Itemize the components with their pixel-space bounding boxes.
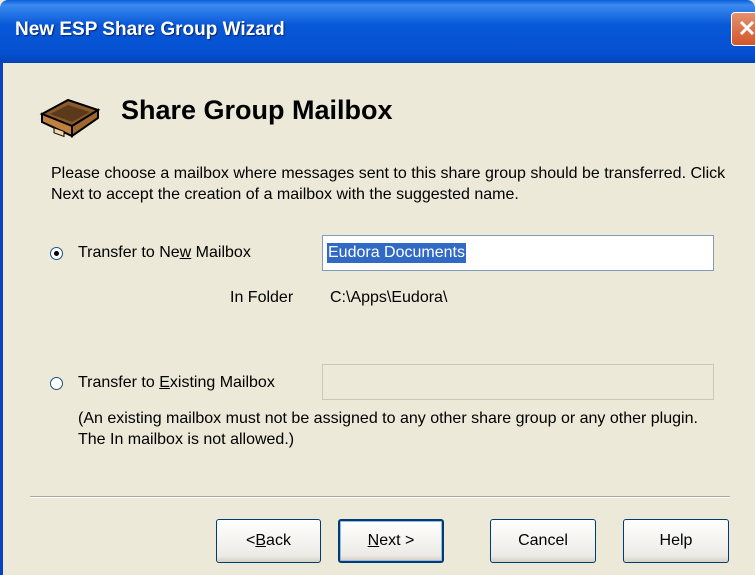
next-button[interactable]: Next > xyxy=(338,519,444,563)
window-title: New ESP Share Group Wizard xyxy=(15,19,285,40)
title-bar[interactable]: New ESP Share Group Wizard xyxy=(0,0,755,63)
existing-mailbox-option[interactable]: Transfer to Existing Mailbox xyxy=(50,374,275,392)
instructions-text: Please choose a mailbox where messages s… xyxy=(51,165,726,203)
back-button[interactable]: < Back xyxy=(216,519,321,563)
window-frame xyxy=(0,63,3,575)
button-divider xyxy=(30,496,730,498)
help-button[interactable]: Help xyxy=(623,519,729,563)
new-mailbox-label: Transfer to New Mailbox xyxy=(78,244,251,261)
new-mailbox-option[interactable]: Transfer to New Mailbox xyxy=(50,244,251,262)
cancel-button[interactable]: Cancel xyxy=(490,519,596,563)
in-folder-value: C:\Apps\Eudora\ xyxy=(330,289,448,306)
existing-mailbox-note: (An existing mailbox must not be assigne… xyxy=(78,410,698,448)
in-folder-label: In Folder xyxy=(230,289,294,306)
close-icon xyxy=(739,20,755,36)
close-button[interactable] xyxy=(731,12,755,46)
new-mailbox-radio[interactable] xyxy=(50,246,63,260)
new-mailbox-name-value: Eudora Documents xyxy=(327,243,466,263)
existing-mailbox-select xyxy=(322,364,714,400)
page-title: Share Group Mailbox xyxy=(121,95,393,125)
wizard-window: New ESP Share Group Wizard Share Group M… xyxy=(0,0,755,575)
existing-mailbox-radio[interactable] xyxy=(50,376,63,390)
mailbox-tray-icon xyxy=(38,92,102,143)
existing-mailbox-label: Transfer to Existing Mailbox xyxy=(78,374,275,391)
new-mailbox-name-input[interactable]: Eudora Documents xyxy=(322,235,714,271)
